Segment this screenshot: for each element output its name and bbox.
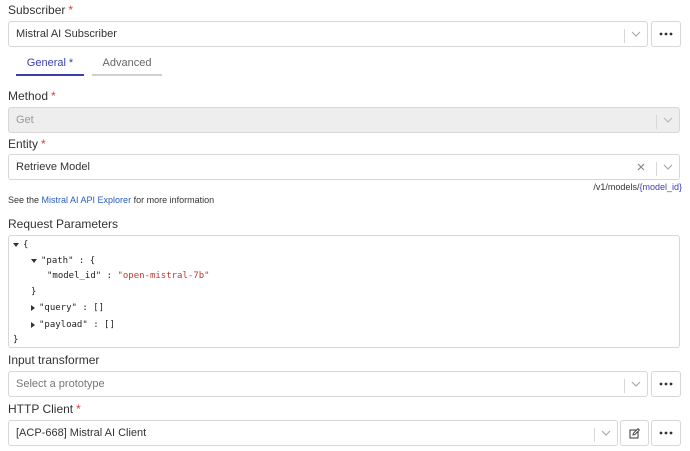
json-path-close: } — [31, 287, 37, 297]
expand-toggle-icon[interactable] — [31, 322, 35, 328]
json-root-close: } — [13, 335, 19, 345]
subscriber-value: Mistral AI Subscriber — [16, 28, 117, 40]
method-label: Method * — [8, 89, 56, 103]
entity-label: Entity * — [8, 137, 46, 151]
close-icon[interactable] — [631, 155, 651, 179]
tab-bar: General * Advanced — [8, 52, 208, 78]
tab-general[interactable]: General * — [16, 52, 84, 76]
subscriber-select[interactable]: Mistral AI Subscriber — [8, 21, 648, 47]
json-path-line: "path" : { — [31, 256, 95, 266]
chevron-down-icon[interactable] — [625, 372, 647, 396]
endpoint-path: /v1/models/{model_id} — [593, 182, 682, 192]
entity-select[interactable]: Retrieve Model — [8, 154, 680, 180]
api-explorer-link[interactable]: Mistral AI API Explorer — [42, 195, 132, 205]
more-horizontal-icon — [659, 431, 673, 435]
more-horizontal-icon — [659, 32, 673, 36]
json-model-id-line: "model_id" : "open-mistral-7b" — [47, 271, 210, 281]
expand-toggle-icon[interactable] — [31, 305, 35, 311]
json-query-line: "query" : [] — [31, 303, 104, 313]
collapse-toggle-icon[interactable] — [31, 259, 37, 263]
entity-value: Retrieve Model — [16, 161, 90, 173]
http-client-select[interactable]: [ACP-668] Mistral AI Client — [8, 420, 618, 446]
edit-icon — [629, 427, 640, 438]
more-horizontal-icon — [659, 382, 673, 386]
subscriber-label: Subscriber * — [8, 3, 74, 17]
request-parameters-editor[interactable]: { "path" : { "model_id" : "open-mistral-… — [8, 235, 680, 348]
api-info-text: See the Mistral AI API Explorer for more… — [8, 195, 215, 205]
chevron-down-icon[interactable] — [657, 155, 679, 179]
input-transformer-select[interactable]: Select a prototype — [8, 371, 648, 397]
subscriber-more-button[interactable] — [651, 21, 681, 47]
http-client-label: HTTP Client * — [8, 402, 81, 416]
input-transformer-placeholder: Select a prototype — [16, 378, 105, 390]
input-transformer-more-button[interactable] — [651, 371, 681, 397]
method-value: Get — [16, 114, 34, 126]
request-parameters-label: Request Parameters — [8, 217, 119, 231]
method-select[interactable]: Get — [8, 107, 680, 133]
chevron-down-icon[interactable] — [595, 421, 617, 445]
http-client-more-button[interactable] — [651, 420, 681, 446]
chevron-down-icon — [657, 108, 679, 132]
chevron-down-icon[interactable] — [625, 22, 647, 46]
collapse-toggle-icon[interactable] — [13, 243, 19, 247]
http-client-edit-button[interactable] — [620, 420, 649, 446]
json-root-open: { — [13, 240, 28, 250]
json-payload-line: "payload" : [] — [31, 320, 115, 330]
input-transformer-label: Input transformer — [8, 353, 100, 367]
http-client-value: [ACP-668] Mistral AI Client — [16, 427, 147, 439]
tab-advanced[interactable]: Advanced — [92, 52, 162, 76]
